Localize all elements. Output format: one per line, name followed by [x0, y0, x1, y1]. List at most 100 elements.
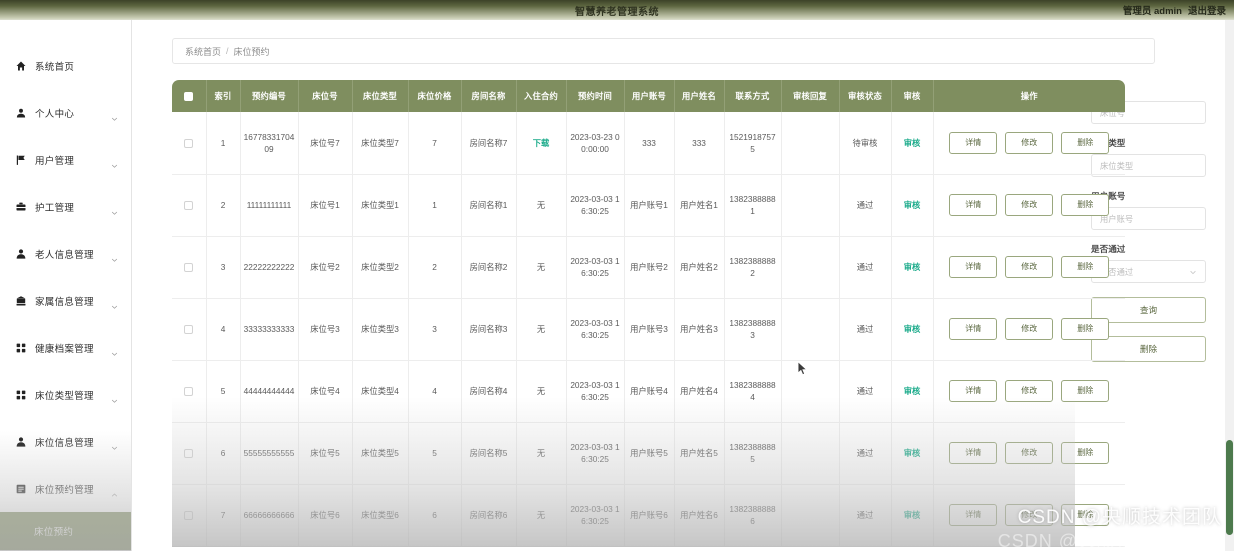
- table-head: 索引 预约编号 床位号 床位类型 床位价格 房间名称 入住合约 预约时间 用户账号 用户姓名 联系方…: [172, 80, 1125, 112]
- cell-audit-action[interactable]: 审核: [891, 112, 934, 175]
- checkbox-icon[interactable]: [184, 263, 194, 273]
- cell-phone: 13823888884: [724, 360, 782, 423]
- table-row: 4 33333333333 床位号3 床位类型3 3 房间名称3 无 2023-03-03 1…: [172, 298, 1125, 361]
- sidebar-item-6[interactable]: 健康档案管理: [0, 324, 131, 371]
- download-link[interactable]: 下载: [533, 138, 550, 148]
- sidebar-item-7[interactable]: 床位类型管理: [0, 371, 131, 418]
- row-checkbox[interactable]: [172, 422, 207, 485]
- cell-contract-download-link[interactable]: 下载: [516, 112, 567, 175]
- column-header-6: 房间名称: [461, 80, 517, 112]
- cell-bed-type: 床位类型3: [352, 298, 409, 361]
- chevron-up-icon: [111, 485, 118, 497]
- content-row: 索引 预约编号 床位号 床位类型 床位价格 房间名称 入住合约 预约时间 用户账号 用户姓名 联系方…: [172, 80, 1222, 547]
- audit-link[interactable]: 审核: [904, 386, 921, 396]
- delete-button[interactable]: 删除: [1061, 442, 1110, 464]
- row-checkbox[interactable]: [172, 484, 207, 547]
- cell-bed-no: 床位号4: [298, 360, 353, 423]
- checkbox-icon[interactable]: [184, 201, 194, 211]
- edit-button[interactable]: 修改: [1005, 256, 1054, 278]
- cell-room-name: 房间名称1: [461, 174, 517, 237]
- cell-audit-status: 通过: [839, 360, 892, 423]
- edit-button[interactable]: 修改: [1005, 318, 1054, 340]
- checkbox-icon[interactable]: [184, 449, 194, 459]
- sidebar-item-list: 系统首页 个人中心 用户管理护工管理老人信息管理 家属信息管理 健康档案管理 床位类型管理…: [0, 20, 131, 551]
- cell-phone: 13823888886: [724, 484, 782, 547]
- detail-button[interactable]: 详情: [949, 504, 998, 526]
- sidebar-item-1[interactable]: 个人中心: [0, 89, 131, 136]
- delete-button[interactable]: 删除: [1061, 131, 1110, 154]
- breadcrumb-separator: /: [226, 46, 229, 56]
- row-checkbox[interactable]: [172, 236, 207, 299]
- checkbox-icon[interactable]: [184, 92, 194, 102]
- cell-room-name: 房间名称7: [461, 112, 517, 175]
- sidebar-item-9[interactable]: 床位预约管理: [0, 465, 131, 512]
- detail-button[interactable]: 详情: [949, 194, 998, 216]
- cell-audit-action[interactable]: 审核: [891, 484, 934, 547]
- audit-link[interactable]: 审核: [904, 200, 921, 210]
- sidebar-item-label: 护工管理: [35, 202, 75, 214]
- sidebar-item-8[interactable]: 床位信息管理: [0, 418, 131, 465]
- sidebar-item-4[interactable]: 老人信息管理: [0, 230, 131, 277]
- checkbox-icon[interactable]: [184, 511, 194, 521]
- cell-audit-action[interactable]: 审核: [891, 360, 934, 423]
- cell-contract: 无: [516, 422, 567, 485]
- cell-bed-price: 7: [408, 112, 462, 175]
- cell-user-name: 用户姓名4: [674, 360, 725, 423]
- delete-button[interactable]: 删除: [1061, 504, 1110, 526]
- detail-button[interactable]: 详情: [949, 256, 998, 278]
- delete-button[interactable]: 删除: [1061, 256, 1110, 278]
- checkbox-icon[interactable]: [184, 325, 194, 335]
- logout-link[interactable]: 退出登录: [1188, 3, 1226, 17]
- row-checkbox[interactable]: [172, 112, 207, 175]
- sidebar-item-2[interactable]: 用户管理: [0, 136, 131, 183]
- detail-button[interactable]: 详情: [949, 318, 998, 340]
- chevron-down-icon: [111, 250, 118, 262]
- detail-button[interactable]: 详情: [949, 380, 998, 402]
- cell-bed-type: 床位类型7: [352, 112, 409, 175]
- checkbox-icon[interactable]: [184, 139, 194, 149]
- row-checkbox[interactable]: [172, 174, 207, 237]
- sidebar-item-label: 床位信息管理: [35, 437, 94, 449]
- sidebar-item-5[interactable]: 家属信息管理: [0, 277, 131, 324]
- detail-button[interactable]: 详情: [949, 131, 998, 154]
- select-all-checkbox[interactable]: [172, 80, 207, 112]
- checkbox-icon[interactable]: [184, 387, 194, 397]
- cell-audit-action[interactable]: 审核: [891, 174, 934, 237]
- cell-audit-status: 通过: [839, 484, 892, 547]
- cell-audit-action[interactable]: 审核: [891, 298, 934, 361]
- delete-button[interactable]: 删除: [1061, 194, 1110, 216]
- sidebar-item-0[interactable]: 系统首页: [0, 42, 131, 89]
- cell-operations: 详情 修改 删除: [933, 236, 1125, 299]
- sidebar-submenu-item-bed-reservation[interactable]: 床位预约: [0, 512, 131, 550]
- cell-user-account: 用户账号1: [624, 174, 675, 237]
- edit-button[interactable]: 修改: [1005, 504, 1054, 526]
- delete-button[interactable]: 删除: [1061, 380, 1110, 402]
- column-header-4: 床位类型: [352, 80, 409, 112]
- delete-button[interactable]: 删除: [1061, 318, 1110, 340]
- vertical-scrollbar[interactable]: [1225, 20, 1234, 551]
- audit-link[interactable]: 审核: [904, 448, 921, 458]
- edit-button[interactable]: 修改: [1005, 194, 1054, 216]
- edit-button[interactable]: 修改: [1005, 442, 1054, 464]
- edit-button[interactable]: 修改: [1005, 380, 1054, 402]
- cell-bed-type: 床位类型1: [352, 174, 409, 237]
- row-checkbox[interactable]: [172, 298, 207, 361]
- sidebar-item-3[interactable]: 护工管理: [0, 183, 131, 230]
- cell-user-account: 用户账号6: [624, 484, 675, 547]
- cell-contract: 无: [516, 236, 567, 299]
- audit-link[interactable]: 审核: [904, 324, 921, 334]
- detail-button[interactable]: 详情: [949, 442, 998, 464]
- audit-link[interactable]: 审核: [904, 262, 921, 272]
- cell-audit-action[interactable]: 审核: [891, 422, 934, 485]
- row-checkbox[interactable]: [172, 360, 207, 423]
- main-content: 系统首页 / 床位预约 索引 预约编号 床位号 床位类型 床位价格房间名称 入住…: [132, 20, 1234, 551]
- breadcrumb-root[interactable]: 系统首页: [185, 45, 221, 58]
- cell-bed-price: 5: [408, 422, 462, 485]
- cell-audit-reply: [781, 174, 840, 237]
- audit-link[interactable]: 审核: [904, 510, 921, 520]
- scrollbar-thumb[interactable]: [1226, 440, 1233, 535]
- cell-index: 6: [206, 422, 241, 485]
- cell-audit-action[interactable]: 审核: [891, 236, 934, 299]
- audit-link[interactable]: 审核: [904, 138, 921, 148]
- edit-button[interactable]: 修改: [1005, 131, 1054, 154]
